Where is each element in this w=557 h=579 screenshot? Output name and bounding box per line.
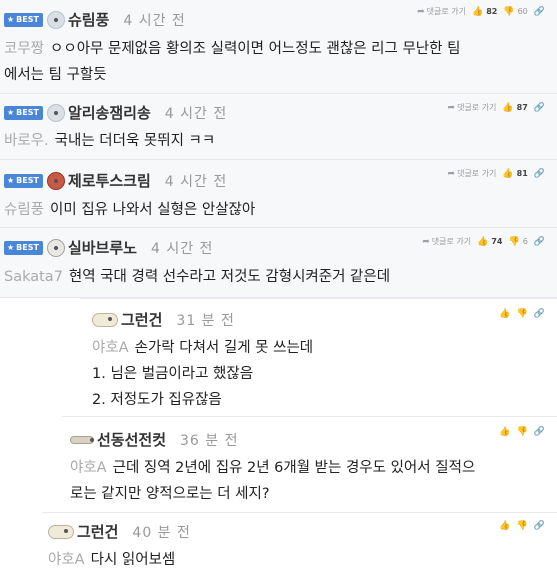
nickname[interactable]: 그런건: [121, 309, 162, 330]
link-icon[interactable]: 🔗: [534, 7, 545, 17]
star-icon: ★: [7, 108, 15, 117]
thumbs-up-icon[interactable]: 👍: [477, 237, 488, 247]
like-count: 87: [516, 103, 528, 112]
reply-comment: 그런건 31 분 전 👍 👎 🔗 야호A 손가락 다쳐서 길게 못 쓰는데 1. …: [80, 298, 557, 416]
thumbs-up-icon[interactable]: 👍: [499, 309, 510, 319]
timestamp: 4 시간 전: [164, 105, 228, 122]
reply-arrow-icon: ➦: [417, 6, 425, 17]
avatar[interactable]: [92, 312, 118, 327]
thumbs-down-icon[interactable]: 👎: [517, 309, 528, 319]
timestamp: 40 분 전: [132, 524, 191, 541]
avatar[interactable]: [46, 171, 65, 190]
reply-comment: 그런건 40 분 전 👍 👎 🔗 야호A 다시 읽어보셈: [42, 512, 557, 579]
mention[interactable]: 슈림풍: [4, 202, 44, 218]
thumbs-down-icon[interactable]: 👎: [517, 427, 528, 437]
link-icon[interactable]: 🔗: [534, 521, 545, 531]
comment-body: 야호A 손가락 다쳐서 길게 못 쓰는데 1. 님은 벌금이라고 했잖음 2. 저…: [92, 340, 314, 408]
thumbs-up-icon[interactable]: 👍: [502, 169, 513, 179]
comment-body: 야호A 근데 징역 2년에 집유 2년 6개월 받는 경우도 있어서 질적으 로는…: [70, 460, 476, 502]
like-count: 74: [491, 237, 503, 246]
thumbs-up-icon[interactable]: 👍: [499, 521, 510, 531]
thumbs-up-icon[interactable]: 👍: [472, 7, 483, 17]
star-icon: ★: [7, 15, 15, 24]
comment-body: Sakata7 현역 국대 경력 선수라고 저것도 감형시켜준거 같은데: [4, 269, 391, 285]
mention[interactable]: 바로우.: [4, 133, 49, 149]
nickname[interactable]: 그런건: [77, 521, 118, 542]
link-icon[interactable]: 🔗: [534, 169, 545, 179]
best-badge: ★ BEST: [4, 173, 43, 188]
dislike-count: 60: [517, 7, 528, 16]
best-comment: ★ BEST 슈림풍 4 시간 전 ➦ 댓글로 가기 👍 82 👎 60 🔗 코무짱 ㅇ…: [0, 0, 557, 94]
nickname[interactable]: 알리송잼리송: [68, 102, 151, 123]
best-badge: ★ BEST: [4, 105, 43, 120]
nickname[interactable]: 선동선전컷: [97, 429, 166, 450]
link-icon[interactable]: 🔗: [534, 103, 545, 113]
nickname[interactable]: 실바브루노: [68, 237, 137, 258]
best-comment: ★ BEST 실바브루노 4 시간 전 ➦ 댓글로 가기 👍 74 👎 6 🔗 Sak…: [0, 228, 557, 298]
best-badge: ★ BEST: [4, 240, 43, 255]
avatar[interactable]: [48, 524, 74, 539]
thumbs-down-icon[interactable]: 👎: [508, 237, 519, 247]
like-count: 81: [516, 169, 528, 178]
avatar[interactable]: [46, 103, 65, 122]
go-to-reply-link[interactable]: 댓글로 가기: [457, 168, 496, 179]
go-to-reply-link[interactable]: 댓글로 가기: [432, 236, 471, 247]
timestamp: 4 시간 전: [164, 173, 228, 190]
go-to-reply-link[interactable]: 댓글로 가기: [427, 6, 466, 17]
dislike-count: 6: [522, 237, 528, 246]
reply-comment: 선동선전컷 36 분 전 👍 👎 🔗 야호A 근데 징역 2년에 집유 2년 6개…: [62, 416, 557, 512]
link-icon[interactable]: 🔗: [534, 309, 545, 319]
best-comment: ★ BEST 알리송잼리송 4 시간 전 ➦ 댓글로 가기 👍 87 🔗 바로우. 국…: [0, 94, 557, 160]
go-to-reply-link[interactable]: 댓글로 가기: [457, 102, 496, 113]
timestamp: 36 분 전: [180, 432, 239, 449]
comment-body: 슈림풍 이미 집유 나와서 실형은 안살잖아: [4, 202, 256, 218]
thumbs-down-icon[interactable]: 👎: [517, 521, 528, 531]
reply-arrow-icon: ➦: [447, 168, 456, 179]
comment-body: 코무짱 ㅇㅇ아무 문제없음 황의조 실력이면 어느정도 괜찮은 리그 무난한 팀 …: [4, 41, 461, 83]
avatar[interactable]: [70, 435, 94, 444]
mention[interactable]: 야호A: [92, 340, 129, 356]
best-comment: ★ BEST 제로투스크림 4 시간 전 ➦ 댓글로 가기 👍 81 🔗 슈림풍 이미…: [0, 160, 557, 228]
comment-body: 야호A 다시 읽어보셈: [48, 552, 176, 568]
star-icon: ★: [7, 243, 15, 252]
reply-arrow-icon: ➦: [447, 102, 456, 113]
reply-arrow-icon: ➦: [422, 236, 430, 247]
thumbs-up-icon[interactable]: 👍: [499, 427, 510, 437]
thumbs-down-icon[interactable]: 👎: [503, 7, 514, 17]
mention[interactable]: Sakata7: [4, 269, 63, 285]
link-icon[interactable]: 🔗: [534, 427, 545, 437]
star-icon: ★: [7, 176, 15, 185]
timestamp: 4 시간 전: [150, 240, 214, 257]
nickname[interactable]: 슈림풍: [68, 9, 109, 30]
like-count: 82: [486, 7, 498, 16]
best-badge: ★ BEST: [4, 12, 43, 27]
comment-body: 바로우. 국내는 더더욱 못뛰지 ㅋㅋ: [4, 133, 216, 149]
nickname[interactable]: 제로투스크림: [68, 170, 151, 191]
mention[interactable]: 야호A: [48, 552, 85, 568]
link-icon[interactable]: 🔗: [534, 237, 545, 247]
timestamp: 31 분 전: [176, 312, 235, 329]
mention[interactable]: 코무짱: [4, 41, 44, 57]
mention[interactable]: 야호A: [70, 460, 107, 476]
thumbs-up-icon[interactable]: 👍: [502, 103, 513, 113]
avatar[interactable]: [46, 238, 65, 257]
timestamp: 4 시간 전: [123, 12, 186, 29]
avatar[interactable]: [46, 10, 65, 29]
